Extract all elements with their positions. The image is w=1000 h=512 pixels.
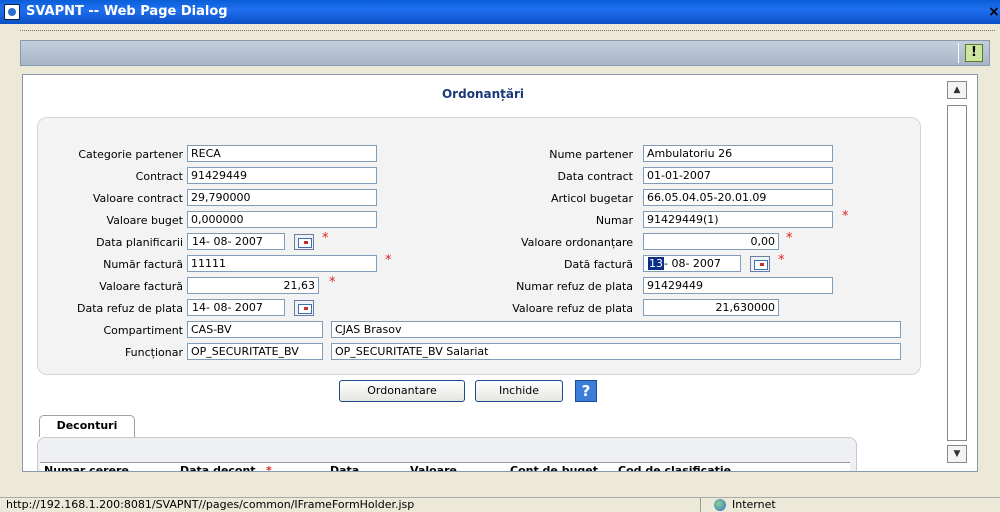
data-planificarii-field[interactable]: 14- 08- 2007	[187, 233, 285, 250]
label-contract: Contract	[135, 170, 183, 183]
label-articol-bugetar: Articol bugetar	[550, 192, 633, 205]
valoare-refuz-field[interactable]: 21,630000	[643, 299, 779, 316]
valoare-ordonantare-field[interactable]: 0,00	[643, 233, 779, 250]
functionar-name-field[interactable]: OP_SECURITATE_BV Salariat	[331, 343, 901, 360]
app-icon	[4, 4, 20, 20]
security-zone: Internet	[732, 498, 776, 511]
column-header[interactable]: Cont de buget	[510, 464, 598, 471]
contract-field[interactable]: 91429449	[187, 167, 377, 184]
alert-icon[interactable]: !	[965, 44, 983, 62]
required-mark: *	[266, 464, 272, 472]
divider	[20, 30, 995, 32]
date-day-selected: 13	[648, 257, 664, 270]
column-header[interactable]: Valoare	[410, 464, 457, 471]
window-title: SVAPNT -- Web Page Dialog	[26, 4, 228, 19]
numar-factura-field[interactable]: 11111	[187, 255, 377, 272]
page-title: Ordonanțări	[441, 87, 524, 101]
required-mark: *	[322, 231, 329, 246]
window-titlebar: SVAPNT -- Web Page Dialog ×	[0, 0, 1000, 24]
toolbar: !	[20, 40, 990, 66]
nume-partener-field[interactable]: Ambulatoriu 26	[643, 145, 833, 162]
compartiment-name-field[interactable]: CJAS Brasov	[331, 321, 901, 338]
data-contract-field[interactable]: 01-01-2007	[643, 167, 833, 184]
calendar-icon[interactable]	[294, 234, 314, 250]
vertical-scrollbar[interactable]: ▲ ▼	[943, 81, 971, 467]
status-url: http://192.168.1.200:8081/SVAPNT//pages/…	[6, 498, 415, 511]
help-icon[interactable]: ?	[575, 380, 597, 402]
functionar-code-field[interactable]: OP_SECURITATE_BV	[187, 343, 323, 360]
column-header[interactable]: Data decont	[180, 464, 256, 471]
data-factura-field[interactable]: 13- 08- 2007	[643, 255, 741, 272]
categorie-partener-field[interactable]: RECA	[187, 145, 377, 162]
label-data-refuz: Data refuz de plata	[76, 302, 183, 315]
close-icon[interactable]: ×	[984, 2, 1000, 22]
compartiment-code-field[interactable]: CAS-BV	[187, 321, 323, 338]
date-rest: - 08- 2007	[664, 257, 721, 270]
inchide-button[interactable]: Inchide	[475, 380, 563, 402]
tab-deconturi[interactable]: Deconturi	[39, 415, 135, 437]
required-mark: *	[385, 253, 392, 268]
label-valoare-buget: Valoare buget	[106, 214, 183, 227]
label-numar-refuz: Numar refuz de plata	[516, 280, 633, 293]
column-header[interactable]: Cod de clasificatie	[618, 464, 731, 471]
scroll-up-icon[interactable]: ▲	[947, 81, 967, 99]
required-mark: *	[842, 209, 849, 224]
label-valoare-factura: Valoare factură	[99, 280, 183, 293]
required-mark: *	[329, 275, 336, 290]
articol-bugetar-field[interactable]: 66.05.04.05-20.01.09	[643, 189, 833, 206]
globe-icon	[714, 499, 726, 511]
ordonantare-button[interactable]: Ordonantare	[339, 380, 465, 402]
label-nume-partener: Nume partener	[549, 148, 633, 161]
numar-refuz-field[interactable]: 91429449	[643, 277, 833, 294]
label-numar: Numar	[595, 214, 633, 227]
required-mark: *	[778, 253, 785, 268]
label-data-contract: Data contract	[557, 170, 633, 183]
toolbar-separator	[958, 43, 959, 63]
label-data-factura: Dată factură	[564, 258, 633, 271]
calendar-icon[interactable]	[294, 300, 314, 316]
calendar-icon[interactable]	[750, 256, 770, 272]
column-header[interactable]: Numar cerere	[44, 464, 129, 471]
label-compartiment: Compartiment	[103, 324, 183, 337]
status-divider	[700, 498, 701, 512]
label-functionar: Funcționar	[124, 346, 183, 359]
dialog-content: Ordonanțări Categorie partener RECA Cont…	[22, 74, 978, 472]
valoare-factura-field[interactable]: 21,63	[187, 277, 319, 294]
label-valoare-ordonantare: Valoare ordonanțare	[520, 236, 633, 249]
tab-panel: Numar cerere Data decont * Data Valoare …	[37, 437, 857, 472]
valoare-buget-field[interactable]: 0,000000	[187, 211, 377, 228]
status-bar: http://192.168.1.200:8081/SVAPNT//pages/…	[0, 497, 1000, 512]
scroll-track[interactable]	[947, 105, 967, 441]
data-refuz-field[interactable]: 14- 08- 2007	[187, 299, 285, 316]
label-categorie-partener: Categorie partener	[78, 148, 183, 161]
form-panel: Categorie partener RECA Contract 9142944…	[37, 117, 921, 375]
label-data-planificarii: Data planificarii	[96, 236, 183, 249]
required-mark: *	[786, 231, 793, 246]
numar-field[interactable]: 91429449(1)	[643, 211, 833, 228]
scroll-down-icon[interactable]: ▼	[947, 445, 967, 463]
valoare-contract-field[interactable]: 29,790000	[187, 189, 377, 206]
label-numar-factura: Număr factură	[103, 258, 183, 271]
column-header[interactable]: Data	[330, 464, 359, 471]
label-valoare-contract: Valoare contract	[92, 192, 183, 205]
grid-header: Numar cerere Data decont * Data Valoare …	[40, 462, 850, 472]
label-valoare-refuz: Valoare refuz de plata	[512, 302, 633, 315]
